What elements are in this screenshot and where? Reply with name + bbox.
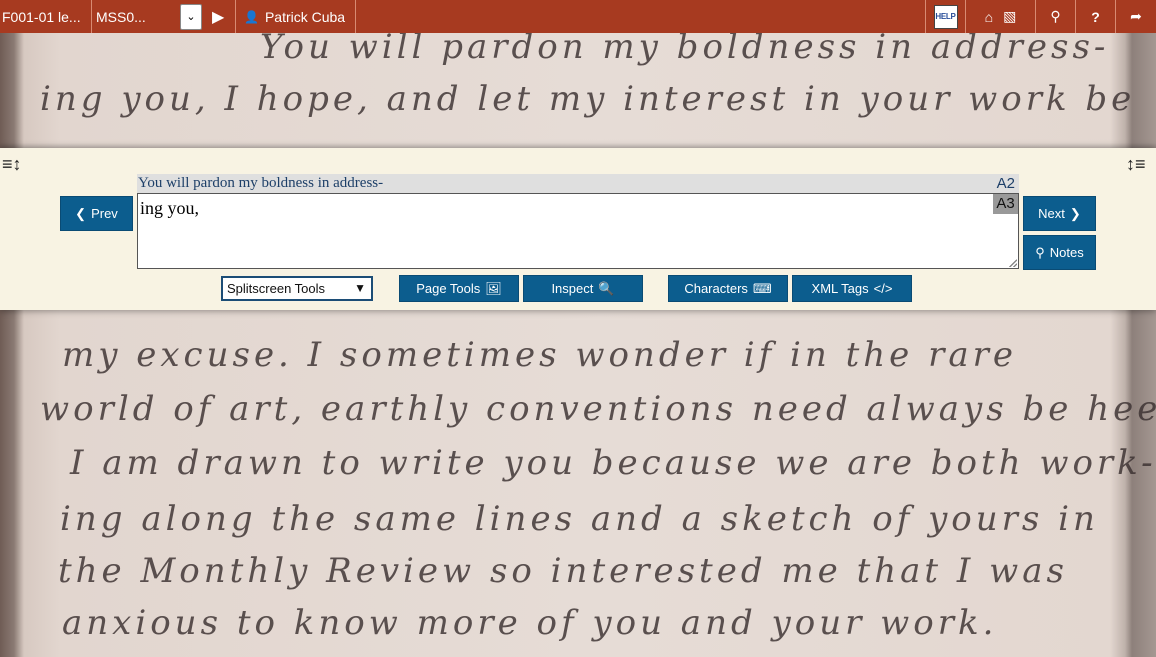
manuscript-line: the Monthly Review so interested me that… xyxy=(58,551,1068,591)
chevron-left-icon: ❮ xyxy=(75,205,87,221)
splitscreen-tools-select[interactable]: Splitscreen Tools ▼ xyxy=(221,276,373,301)
manuscript-select-value: MSS0... xyxy=(96,8,146,25)
page-tools-button[interactable]: Page Tools 🖼 xyxy=(399,275,519,302)
collapse-up-icon[interactable]: ≡↕ xyxy=(2,154,22,175)
manuscript-line: anxious to know more of you and your wor… xyxy=(62,603,998,643)
code-icon: </> xyxy=(873,281,893,296)
splitscreen-tools-value: Splitscreen Tools xyxy=(227,281,326,296)
manuscript-image: You will pardon my boldness in address- … xyxy=(0,33,1156,657)
characters-label: Characters xyxy=(684,281,748,296)
help-button[interactable]: HELP xyxy=(926,0,966,33)
help-icon: HELP xyxy=(933,4,958,29)
prev-button[interactable]: ❮ Prev xyxy=(60,196,133,231)
comment-icon: ⚲ xyxy=(1050,8,1061,24)
home-icon[interactable]: ⌂ xyxy=(985,9,993,25)
user-name: Patrick Cuba xyxy=(264,8,346,25)
manuscript-line: world of art, earthly conventions need a… xyxy=(40,389,1156,429)
image-file-icon: 🖼 xyxy=(485,280,502,296)
current-line-tag: A3 xyxy=(993,194,1018,214)
book-icon[interactable]: ▧ xyxy=(1003,8,1016,25)
characters-button[interactable]: Characters ⌨ xyxy=(668,275,788,302)
user-menu[interactable]: 👤 Patrick Cuba xyxy=(236,0,356,33)
chevron-right-icon: ❯ xyxy=(1069,205,1081,221)
question-icon: ? xyxy=(1091,8,1100,25)
manuscript-line: ing you, I hope, and let my interest in … xyxy=(40,79,1136,119)
expand-lines-icon[interactable]: ↕≡ xyxy=(1126,154,1146,175)
zoom-in-icon: 🔍 xyxy=(598,280,615,296)
previous-line-text: You will pardon my boldness in address- xyxy=(138,175,384,191)
previous-line[interactable]: You will pardon my boldness in address- … xyxy=(137,174,1019,193)
question-button[interactable]: ? xyxy=(1076,0,1116,33)
transcription-panel: ≡↕ ↕≡ ❮ Prev You will pardon my boldness… xyxy=(0,148,1156,310)
topbar-spacer xyxy=(356,0,926,33)
manuscript-line: ing along the same lines and a sketch of… xyxy=(60,499,1099,539)
notes-button[interactable]: ⚲ Notes xyxy=(1023,235,1096,270)
document-title-link[interactable]: F001-01 le... xyxy=(0,0,92,33)
chevron-down-icon: ▼ xyxy=(354,281,366,295)
next-button[interactable]: Next ❯ xyxy=(1023,196,1096,231)
home-book-group: ⌂ ▧ xyxy=(966,0,1036,33)
prev-label: Prev xyxy=(91,206,118,221)
chevron-down-icon[interactable]: ⌄ xyxy=(180,3,202,30)
manuscript-select[interactable]: MSS0... ⌄ ▶ xyxy=(92,0,236,33)
transcription-text: ing you, xyxy=(140,198,200,218)
previous-line-tag: A2 xyxy=(996,175,1015,192)
manuscript-line: I am drawn to write you because we are b… xyxy=(70,443,1156,483)
xml-tags-label: XML Tags xyxy=(811,281,869,296)
comment-icon: ⚲ xyxy=(1035,244,1045,260)
play-icon[interactable]: ▶ xyxy=(212,7,224,27)
manuscript-line: my excuse. I sometimes wonder if in the … xyxy=(62,335,1017,375)
next-label: Next xyxy=(1038,206,1065,221)
resize-handle-icon[interactable] xyxy=(1009,259,1017,267)
comments-button[interactable]: ⚲ xyxy=(1036,0,1076,33)
exit-icon: ➦ xyxy=(1130,8,1142,24)
top-nav-bar: F001-01 le... MSS0... ⌄ ▶ 👤 Patrick Cuba… xyxy=(0,0,1156,33)
page-tools-label: Page Tools xyxy=(416,281,481,296)
transcription-textarea[interactable]: ing you, xyxy=(137,193,1019,269)
user-icon: 👤 xyxy=(244,9,259,24)
notes-label: Notes xyxy=(1049,245,1084,260)
inspect-button[interactable]: Inspect 🔍 xyxy=(523,275,643,302)
manuscript-line: You will pardon my boldness in address- xyxy=(260,33,1110,67)
inspect-label: Inspect xyxy=(551,281,594,296)
exit-button[interactable]: ➦ xyxy=(1116,0,1156,33)
xml-tags-button[interactable]: XML Tags </> xyxy=(792,275,912,302)
keyboard-icon: ⌨ xyxy=(752,280,772,296)
